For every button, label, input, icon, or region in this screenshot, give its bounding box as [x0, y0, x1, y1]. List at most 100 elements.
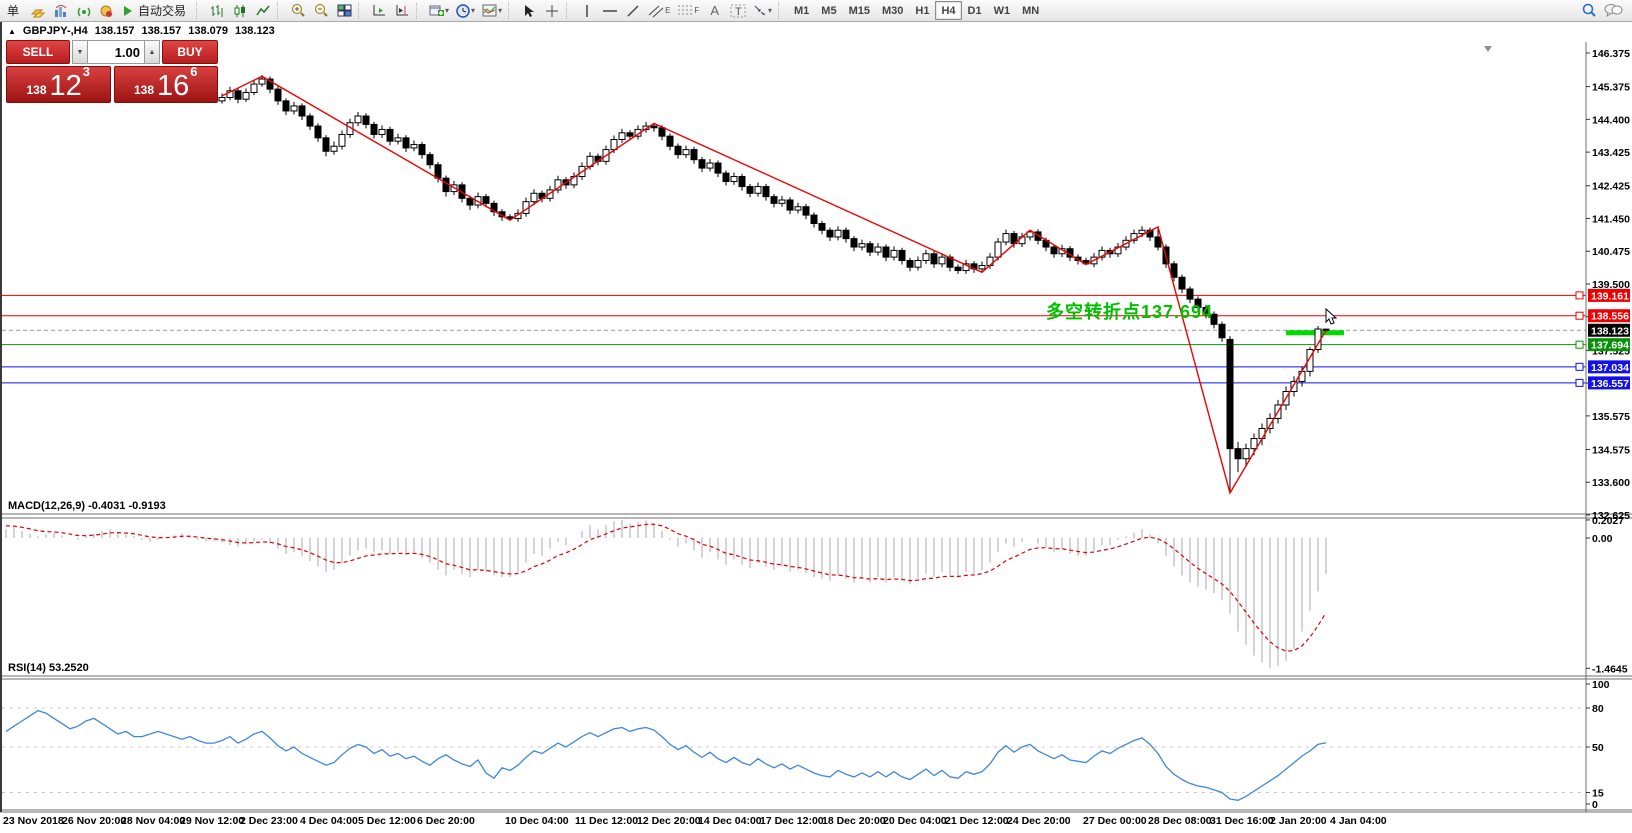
bar-low-value: 138.079: [188, 25, 229, 37]
candle-up: [530, 192, 538, 203]
auto-scroll-button[interactable]: [368, 2, 390, 20]
svg-text:139.161: 139.161: [1591, 290, 1629, 302]
candle-down: [1322, 328, 1330, 331]
crosshair-button[interactable]: [541, 2, 563, 20]
svg-text:137.034: 137.034: [1591, 362, 1629, 374]
timeframe-m15[interactable]: M15: [843, 1, 876, 20]
new-chart-button[interactable]: ▾: [426, 2, 452, 20]
level-anchor-marker: [1575, 291, 1584, 300]
vertical-line-button[interactable]: [576, 2, 598, 20]
gold-button[interactable]: [27, 2, 49, 20]
crosshair-icon: [545, 4, 559, 18]
candle-up: [354, 115, 362, 124]
candlestick-icon: [233, 4, 247, 18]
timeframe-h4[interactable]: H4: [935, 1, 962, 20]
candle-down: [282, 100, 290, 112]
time-tick-label: 4 Jan 04:00: [1330, 815, 1387, 827]
chart-shift-button[interactable]: [391, 2, 413, 20]
svg-text:136.557: 136.557: [1591, 378, 1629, 390]
chat-button[interactable]: [1600, 2, 1626, 20]
arrows-button[interactable]: ▾: [750, 2, 775, 20]
time-axis: 23 Nov 201826 Nov 20:0028 Nov 04:0029 No…: [3, 815, 1387, 827]
zoom-out-button[interactable]: [310, 2, 332, 20]
horizontal-line-button[interactable]: [599, 2, 621, 20]
timeframe-m30[interactable]: M30: [876, 1, 909, 20]
time-tick-label: 12 Dec 20:00: [637, 815, 701, 827]
line-chart-icon: [256, 4, 270, 18]
time-tick-label: 5 Dec 12:00: [358, 815, 416, 827]
candle-down: [402, 137, 410, 149]
toolbar-separator: [778, 2, 785, 19]
collapse-arrow-icon[interactable]: ▲: [8, 27, 16, 36]
volume-input[interactable]: 1.00: [88, 40, 144, 64]
new-order-button[interactable]: 单: [0, 2, 26, 20]
candle-up: [834, 229, 842, 238]
time-tick-label: 21 Dec 12:00: [945, 815, 1009, 827]
candle-up: [730, 175, 738, 183]
text-label-button[interactable]: T: [727, 2, 749, 20]
chart-surface[interactable]: 146.375 145.375 144.400 143.425 142.425 141.4…: [0, 21, 1632, 833]
candle-down: [826, 229, 834, 238]
autotrading-button[interactable]: 自动交易: [119, 2, 193, 20]
bar-chart-button[interactable]: [206, 2, 228, 20]
clock-icon: [456, 3, 470, 18]
fibonacci-icon: [677, 4, 693, 18]
fibonacci-button[interactable]: F: [674, 2, 702, 20]
price-tick-label: 140.475: [1592, 246, 1630, 258]
signals-button[interactable]: [73, 2, 95, 20]
market-button[interactable]: [96, 2, 118, 20]
sell-price-button[interactable]: 138 12 3: [6, 64, 111, 103]
candle-down: [1226, 338, 1234, 450]
buy-price-button[interactable]: 138 16 6: [113, 64, 218, 103]
tile-windows-icon: [337, 4, 352, 17]
candle-up: [1002, 233, 1010, 243]
trendline-button[interactable]: [622, 2, 644, 20]
zoom-in-button[interactable]: [287, 2, 309, 20]
candle-down: [786, 199, 794, 211]
period-button[interactable]: ▾: [453, 2, 478, 20]
rsi-tick-label: 50: [1592, 742, 1604, 754]
svg-text:137.694: 137.694: [1591, 340, 1629, 352]
macd-tick-label: 0.2027: [1592, 515, 1624, 527]
timeframe-m5[interactable]: M5: [815, 1, 842, 20]
timeframe-group: M1 M5 M15 M30 H1 H4 D1 W1 MN: [788, 1, 1045, 20]
indicators-button[interactable]: ▾: [479, 2, 505, 20]
candle-down: [1218, 323, 1226, 339]
timeframe-d1[interactable]: D1: [962, 1, 988, 20]
candle-up: [914, 259, 922, 268]
sell-button[interactable]: SELL: [6, 40, 70, 64]
timeframe-w1[interactable]: W1: [988, 1, 1017, 20]
sell-price-pips: 12: [49, 70, 82, 102]
bar-close-value: 138.123: [235, 25, 275, 37]
text-button[interactable]: A: [703, 2, 726, 20]
cursor-button[interactable]: [518, 2, 540, 20]
candle-down: [722, 172, 730, 183]
level-anchor-marker: [1575, 362, 1584, 371]
svg-text:T: T: [735, 6, 742, 18]
candle-down: [386, 128, 394, 142]
candle-down: [1170, 263, 1178, 278]
tile-windows-button[interactable]: [333, 2, 355, 20]
arrows-icon: [753, 4, 767, 17]
time-tick-label: 2 Jan 20:00: [1270, 815, 1327, 827]
candle-down: [658, 127, 666, 137]
timeframe-mn[interactable]: MN: [1016, 1, 1045, 20]
candle-down: [866, 243, 874, 253]
line-chart-button[interactable]: [252, 2, 274, 20]
candle-up: [1250, 438, 1258, 450]
search-button[interactable]: [1578, 2, 1600, 20]
rsi-tick-label: 0: [1592, 799, 1598, 811]
volume-up-button[interactable]: ▲: [144, 40, 160, 64]
candle-down: [362, 115, 370, 125]
svg-text:138.556: 138.556: [1591, 311, 1629, 323]
metaeditor-button[interactable]: [50, 2, 72, 20]
market-icon: [99, 4, 115, 18]
timeframe-h1[interactable]: H1: [909, 1, 935, 20]
channel-button[interactable]: E: [645, 2, 673, 20]
candle-down: [426, 154, 434, 166]
candlestick-chart-button[interactable]: [229, 2, 251, 20]
time-tick-label: 4 Dec 04:00: [300, 815, 358, 827]
time-tick-label: 20 Dec 04:00: [883, 815, 947, 827]
candle-down: [906, 259, 914, 268]
timeframe-m1[interactable]: M1: [788, 1, 815, 20]
